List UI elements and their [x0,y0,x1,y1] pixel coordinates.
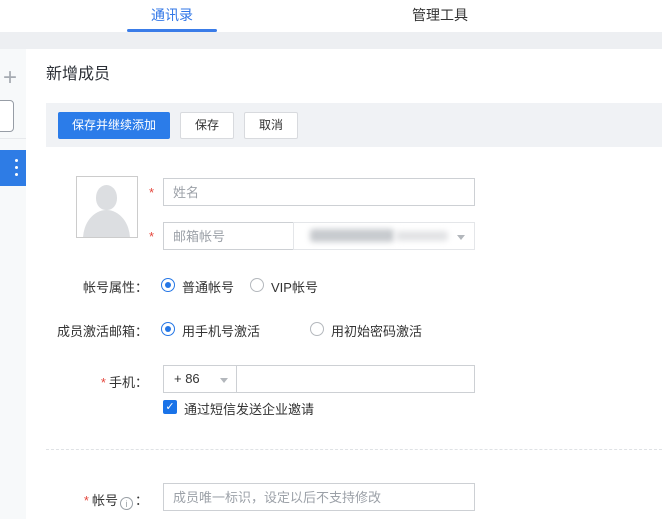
phone-number-input[interactable] [236,365,475,393]
radio-vip-account-label[interactable]: VIP帐号 [271,277,318,296]
required-mark: * [149,229,159,244]
action-bar: 保存并继续添加 保存 取消 [46,103,662,147]
blurred-domain-text [310,229,394,242]
phone-label-text: 手机： [109,375,148,390]
chevron-down-icon [220,378,228,383]
more-dots-icon [15,159,18,162]
secondary-toolbar-band [0,32,662,49]
cancel-button[interactable]: 取消 [244,112,298,139]
radio-activate-by-password[interactable] [310,322,324,336]
radio-normal-account-label[interactable]: 普通帐号 [182,277,234,296]
avatar-placeholder[interactable] [76,176,138,238]
tab-contacts[interactable]: 通讯录 [127,0,217,32]
sidebar-divider [0,138,26,139]
required-mark: * [101,375,106,390]
section-divider [46,449,662,450]
save-and-continue-button[interactable]: 保存并继续添加 [58,112,170,139]
required-mark: * [84,493,89,508]
account-label-text: 帐号 [92,493,118,508]
radio-activate-by-phone[interactable] [161,322,175,336]
more-dots-icon [15,173,18,176]
activation-label: 成员激活邮箱： [0,321,148,340]
page-title: 新增成员 [46,60,110,84]
exmail-admin-screen: 通讯录 管理工具 + 新增成员 保存并继续添加 保存 取消 * * 帐号属性： [0,0,662,519]
radio-activate-by-phone-label[interactable]: 用手机号激活 [182,321,260,340]
sidebar-more-handle[interactable] [0,150,26,186]
required-mark: * [149,185,159,200]
phone-label: *手机： [0,372,148,391]
more-dots-icon [15,166,18,169]
info-icon[interactable]: i [120,497,133,510]
country-code-value: + 86 [174,371,200,386]
top-tabbar: 通讯录 管理工具 [0,0,662,32]
save-button[interactable]: 保存 [180,112,234,139]
chevron-down-icon [457,235,465,240]
avatar-person-icon [83,210,130,238]
sms-invite-checkbox[interactable]: ✓ [163,400,177,414]
radio-vip-account[interactable] [250,278,264,292]
account-label: *帐号i： [0,490,148,510]
country-code-select[interactable]: + 86 [163,365,237,393]
tab-admin-tools[interactable]: 管理工具 [395,0,485,32]
sms-invite-label[interactable]: 通过短信发送企业邀请 [184,399,314,418]
radio-normal-account[interactable] [161,278,175,292]
email-account-input[interactable] [163,222,294,250]
email-domain-select[interactable] [293,222,475,250]
check-icon: ✓ [165,401,174,413]
account-type-label: 帐号属性： [0,277,148,296]
radio-activate-by-password-label[interactable]: 用初始密码激活 [331,321,422,340]
account-label-colon: ： [135,493,148,508]
avatar-person-icon [96,185,117,210]
blurred-domain-text [396,231,448,241]
account-id-input[interactable] [163,483,475,511]
add-icon[interactable]: + [0,66,23,92]
name-input[interactable] [163,178,475,206]
sidebar-item-partial[interactable] [0,100,14,132]
